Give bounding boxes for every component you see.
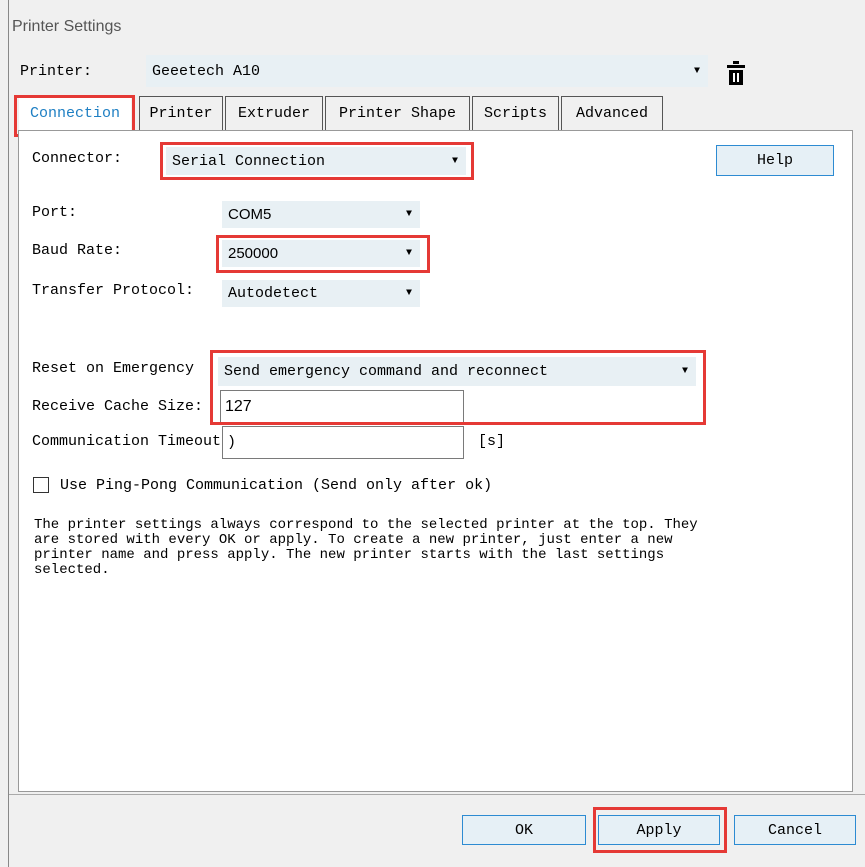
chevron-down-icon: ▼	[405, 288, 412, 299]
tab-printer[interactable]: Printer	[139, 96, 223, 130]
info-text: The printer settings always correspond t…	[34, 517, 698, 578]
tab-extruder[interactable]: Extruder	[225, 96, 323, 130]
tab-advanced-label: Advanced	[575, 105, 648, 122]
baud-rate-highlight	[216, 235, 430, 273]
printer-select-value: Geeetech A10	[152, 62, 261, 80]
ping-pong-label: Use Ping-Pong Communication (Send only a…	[60, 477, 493, 494]
tab-printer-label: Printer	[149, 105, 213, 122]
tab-extruder-label: Extruder	[237, 105, 310, 122]
port-select-value: COM5	[228, 206, 272, 223]
port-label: Port:	[32, 204, 78, 221]
printer-select[interactable]: Geeetech A10 ▼	[146, 55, 708, 87]
transfer-protocol-label: Transfer Protocol:	[32, 282, 195, 299]
communication-timeout-input[interactable]: )	[222, 426, 464, 459]
chevron-down-icon: ▼	[693, 65, 700, 77]
tab-scripts-label: Scripts	[483, 105, 547, 122]
baud-rate-label: Baud Rate:	[32, 242, 123, 259]
chevron-down-icon: ▼	[405, 209, 412, 220]
help-button[interactable]: Help	[716, 145, 834, 176]
timeout-unit-label: [s]	[478, 433, 506, 450]
communication-timeout-value: )	[227, 434, 237, 451]
communication-timeout-label: Communication Timeout:	[32, 433, 231, 450]
tab-printer-shape[interactable]: Printer Shape	[325, 96, 470, 130]
tab-scripts[interactable]: Scripts	[472, 96, 559, 130]
ok-button-label: OK	[514, 821, 533, 839]
printer-label: Printer:	[20, 63, 93, 80]
port-select[interactable]: COM5 ▼	[222, 201, 420, 228]
ping-pong-checkbox[interactable]	[33, 477, 49, 493]
tab-advanced[interactable]: Advanced	[561, 96, 663, 130]
apply-button-highlight	[593, 807, 727, 853]
emergency-cache-highlight	[210, 350, 706, 425]
transfer-protocol-select-value: Autodetect	[228, 285, 319, 302]
cancel-button-label: Cancel	[767, 821, 822, 839]
transfer-protocol-select[interactable]: Autodetect ▼	[222, 280, 420, 307]
window-left-border	[8, 0, 9, 867]
reset-on-emergency-label: Reset on Emergency	[32, 360, 195, 377]
cancel-button[interactable]: Cancel	[734, 815, 856, 845]
connection-panel	[18, 130, 853, 792]
help-button-label: Help	[756, 152, 793, 169]
connector-highlight	[160, 142, 474, 180]
trash-icon[interactable]	[726, 60, 746, 86]
ok-button[interactable]: OK	[462, 815, 586, 845]
receive-cache-size-label: Receive Cache Size:	[32, 398, 204, 415]
tab-printer-shape-label: Printer Shape	[338, 105, 457, 122]
connector-label: Connector:	[32, 150, 123, 167]
footer-divider	[9, 794, 865, 795]
window-title: Printer Settings	[12, 18, 122, 35]
